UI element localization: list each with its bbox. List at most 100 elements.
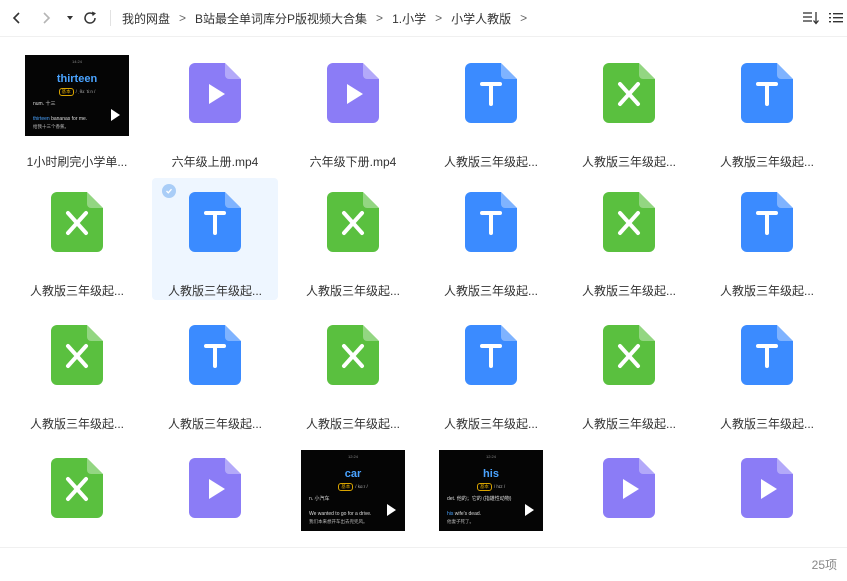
thumb-phonetic-text: / kɑːr / bbox=[355, 483, 368, 489]
file-item[interactable]: 人教版三年级起... bbox=[704, 311, 830, 433]
thumb-example-translation: 给我十三个香蕉。 bbox=[33, 123, 69, 129]
play-icon bbox=[387, 503, 396, 516]
thumb-timestamp: 12:24 bbox=[485, 453, 496, 459]
spreadsheet-file-icon bbox=[51, 325, 103, 385]
file-grid: 14:24 thirteen 基本 / ˌθɜːˈtiːn / num. 十三 thirt… bbox=[0, 37, 847, 547]
document-file-icon bbox=[465, 325, 517, 385]
file-name: 人教版三年级起... bbox=[719, 417, 814, 431]
file-thumbnail bbox=[566, 190, 692, 254]
video-preview-thumbnail: 14:24 thirteen 基本 / ˌθɜːˈtiːn / num. 十三 thirt… bbox=[25, 54, 129, 136]
breadcrumb-item-primary[interactable]: 1.小学 bbox=[392, 10, 426, 27]
file-thumbnail bbox=[290, 323, 416, 387]
document-file-icon bbox=[189, 325, 241, 385]
thumb-example-translation: 他妻子死了。 bbox=[447, 518, 474, 524]
breadcrumb-item-root[interactable]: 我的网盘 bbox=[122, 10, 170, 27]
file-name: 六年级下册.mp4 bbox=[309, 155, 397, 169]
file-name: 1小时刷完小学单... bbox=[26, 155, 128, 169]
file-item[interactable]: 人教版三年级起... bbox=[566, 311, 692, 433]
sort-button[interactable] bbox=[801, 8, 821, 28]
thumb-example: his wife's dead. bbox=[447, 511, 481, 517]
file-thumbnail: 12:24 car 基本 / kɑːr / n. 小汽车 We wanted to go … bbox=[290, 446, 416, 534]
document-file-icon bbox=[189, 192, 241, 252]
file-item[interactable]: 四年级下册.mp4 bbox=[566, 444, 692, 547]
file-thumbnail bbox=[14, 456, 140, 520]
thumb-example-text: wife's dead. bbox=[453, 510, 482, 517]
caret-down-icon bbox=[67, 16, 73, 20]
file-thumbnail bbox=[704, 61, 830, 125]
thumb-meaning: n. 小汽车 bbox=[309, 495, 330, 502]
thumb-timestamp: 14:24 bbox=[71, 58, 82, 64]
video-file-icon bbox=[327, 63, 379, 123]
thumb-example: thirteen bananas for me. bbox=[33, 116, 87, 122]
thumb-tag: 基本 bbox=[338, 482, 354, 491]
thumb-example-text: bananas for me. bbox=[49, 115, 88, 122]
thumb-tag: 基本 bbox=[476, 482, 492, 491]
file-item[interactable]: 12:24 his 基本 / hɪz / det. 他的；它的 (指雄性动物) his w… bbox=[428, 444, 554, 547]
file-item[interactable]: 六年级上册.mp4 bbox=[152, 49, 278, 171]
file-thumbnail bbox=[428, 323, 554, 387]
file-name: 人教版三年级起... bbox=[29, 417, 124, 431]
file-name: 人教版三年级起... bbox=[305, 417, 400, 431]
refresh-icon bbox=[84, 11, 96, 24]
document-file-icon bbox=[465, 63, 517, 123]
file-item[interactable]: 人教版三年级起... bbox=[428, 311, 554, 433]
refresh-button[interactable] bbox=[79, 7, 101, 29]
file-item[interactable]: 六年级下册.mp4 bbox=[290, 49, 416, 171]
file-thumbnail: 14:24 thirteen 基本 / ˌθɜːˈtiːn / num. 十三 thirt… bbox=[14, 51, 140, 139]
file-name: 人教版三年级起... bbox=[443, 284, 538, 298]
file-item[interactable]: 人教版三年级起... bbox=[152, 311, 278, 433]
thumb-word: car bbox=[344, 467, 362, 480]
play-icon bbox=[525, 503, 534, 516]
back-button[interactable] bbox=[6, 7, 28, 29]
file-item[interactable]: 人教版三年级起... bbox=[152, 178, 278, 300]
file-item[interactable]: 人教版三年级起... bbox=[704, 178, 830, 300]
file-item[interactable]: 五年级上册.mp4 bbox=[704, 444, 830, 547]
file-name: 人教版三年级起... bbox=[581, 155, 676, 169]
file-thumbnail bbox=[290, 61, 416, 125]
video-file-icon bbox=[603, 458, 655, 518]
video-file-icon bbox=[189, 63, 241, 123]
file-item[interactable]: 人教版三年级起... bbox=[290, 311, 416, 433]
file-item[interactable]: 人教版三年级起... bbox=[290, 178, 416, 300]
file-item[interactable]: 人教版三年级起... bbox=[566, 49, 692, 171]
chevron-right-icon bbox=[43, 12, 51, 24]
toolbar: 我的网盘 > B站最全单词库分P版视频大合集 > 1.小学 > 小学人教版 > bbox=[0, 0, 847, 36]
thumb-phonetic-text: / ˌθɜːˈtiːn / bbox=[75, 88, 96, 94]
file-name: 人教版三年级起... bbox=[581, 284, 676, 298]
file-item[interactable]: 人教版三年级起... bbox=[14, 178, 140, 300]
file-thumbnail bbox=[152, 323, 278, 387]
file-item[interactable]: 人教版三年级起... bbox=[566, 178, 692, 300]
file-thumbnail bbox=[152, 61, 278, 125]
thumb-word: thirteen bbox=[56, 72, 98, 85]
file-item[interactable]: 14:24 thirteen 基本 / ˌθɜːˈtiːn / num. 十三 thirt… bbox=[14, 49, 140, 171]
document-file-icon bbox=[741, 325, 793, 385]
video-preview-thumbnail: 12:24 his 基本 / hɪz / det. 他的；它的 (指雄性动物) his w… bbox=[439, 449, 543, 531]
breadcrumb-item-current[interactable]: 小学人教版 bbox=[451, 10, 511, 27]
file-name: 人教版三年级起... bbox=[167, 417, 262, 431]
file-thumbnail bbox=[152, 190, 278, 254]
thumb-example: We wanted to go for a drive. bbox=[309, 511, 371, 517]
status-bar-border bbox=[0, 547, 847, 548]
document-file-icon bbox=[741, 63, 793, 123]
file-item[interactable]: 人教版三年级起... bbox=[704, 49, 830, 171]
file-thumbnail bbox=[566, 323, 692, 387]
breadcrumb-separator: > bbox=[179, 11, 187, 25]
file-item[interactable]: 人教版三年级起... bbox=[14, 311, 140, 433]
forward-button[interactable] bbox=[35, 7, 57, 29]
spreadsheet-file-icon bbox=[327, 192, 379, 252]
file-item[interactable]: 三年级上册.mp4 bbox=[152, 444, 278, 547]
file-thumbnail bbox=[704, 190, 830, 254]
file-item[interactable]: 人教版三年级起... bbox=[428, 49, 554, 171]
file-item[interactable]: 人教版三年级起... bbox=[14, 444, 140, 547]
file-thumbnail bbox=[566, 456, 692, 520]
file-thumbnail bbox=[704, 323, 830, 387]
file-item[interactable]: 12:24 car 基本 / kɑːr / n. 小汽车 We wanted to go … bbox=[290, 444, 416, 547]
thumb-meaning: det. 他的；它的 (指雄性动物) bbox=[447, 495, 512, 502]
thumb-timestamp: 12:24 bbox=[347, 453, 358, 459]
breadcrumb-item-collection[interactable]: B站最全单词库分P版视频大合集 bbox=[195, 10, 367, 27]
file-item[interactable]: 人教版三年级起... bbox=[428, 178, 554, 300]
view-mode-button[interactable] bbox=[826, 8, 846, 28]
history-dropdown-button[interactable] bbox=[59, 7, 81, 29]
toolbar-divider bbox=[110, 10, 111, 26]
file-thumbnail: 12:24 his 基本 / hɪz / det. 他的；它的 (指雄性动物) his w… bbox=[428, 446, 554, 534]
